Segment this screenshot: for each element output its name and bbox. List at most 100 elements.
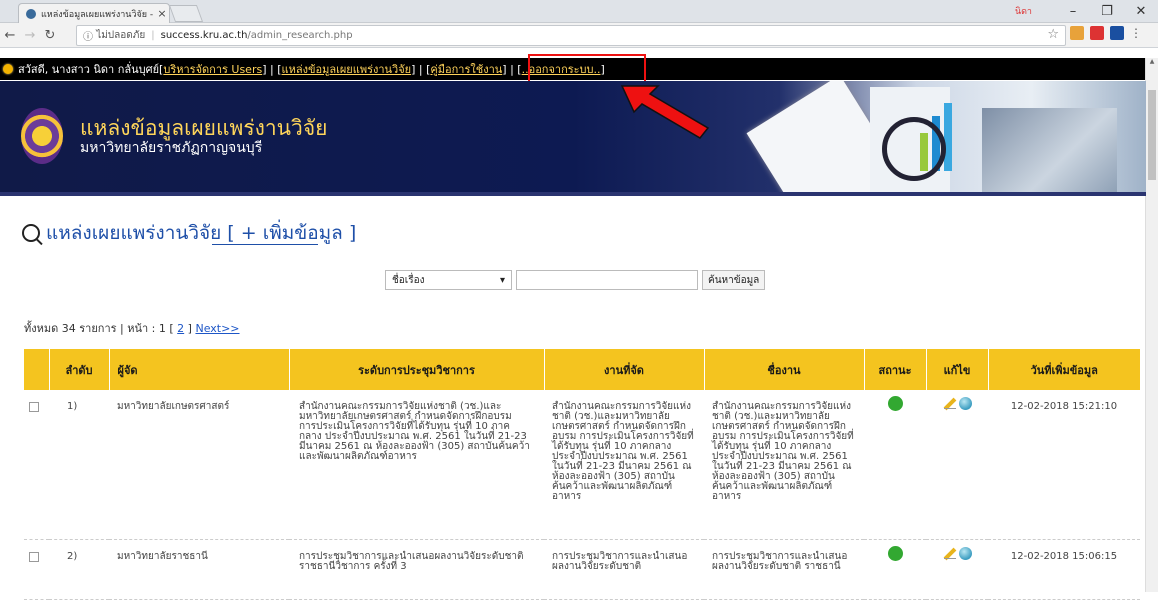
menu-icon[interactable]: ⋮: [1130, 26, 1142, 40]
search-form: ชื่อเรื่อง ▾ ค้นหาข้อมูล: [385, 270, 766, 290]
header-checkbox: [24, 349, 49, 390]
row-name: สำนักงานคณะกรรมการวิจัยแห่งชาติ (วช.)และ…: [704, 390, 864, 540]
maximize-icon[interactable]: ❐: [1090, 4, 1124, 19]
extension-chart-icon[interactable]: [1070, 26, 1084, 40]
url-input[interactable]: ⓘ ไม่ปลอดภัย | success.kru.ac.th/admin_r…: [76, 25, 1066, 46]
row-level: การประชุมวิชาการและนำเสนอผลงานวิจัยระดับ…: [289, 539, 544, 600]
greeting: สวัสดี, นางสาว นิดา กลั่นบุศย์: [18, 63, 160, 76]
extension-red-icon[interactable]: [1090, 26, 1104, 40]
banner-magnifier-image: [882, 117, 946, 181]
next-page-link[interactable]: Next>>: [195, 322, 239, 335]
scroll-up-icon[interactable]: ▲: [1146, 58, 1158, 68]
close-window-icon[interactable]: ✕: [1124, 4, 1158, 19]
page-2-link[interactable]: 2: [177, 322, 184, 335]
tab-title: แหล่งข้อมูลเผยแพร่งานวิจัย -: [41, 9, 154, 20]
extensions: ⋮: [1070, 26, 1142, 40]
row-status-cell: [864, 539, 926, 600]
logout-highlight-box: [528, 54, 646, 83]
status-green-icon: [887, 545, 903, 561]
add-link-underline: [212, 244, 318, 245]
scrollbar-thumb[interactable]: [1148, 90, 1156, 180]
delete-icon[interactable]: [958, 397, 972, 410]
banner-border: [0, 192, 1146, 196]
row-number: 2): [49, 539, 109, 600]
row-checkbox-cell: [24, 390, 49, 540]
pager-total: ทั้งหมด 34 รายการ | หน้า : 1 [: [24, 322, 174, 335]
search-input[interactable]: [516, 270, 698, 290]
row-organizer: มหาวิทยาลัยเกษตรศาสตร์: [109, 390, 289, 540]
chrome-favicon: [26, 8, 36, 19]
banner-laptop-image: [982, 108, 1117, 192]
site-subtitle: มหาวิทยาลัยราชภัฏกาญจนบุรี: [80, 140, 263, 156]
row-edit-cell: [926, 390, 988, 540]
back-icon[interactable]: ←: [0, 28, 20, 43]
header-cell: ผู้จัด: [108, 349, 289, 390]
row-checkbox[interactable]: [29, 551, 39, 562]
row-organizer: มหาวิทยาลัยราชธานี: [109, 539, 289, 600]
university-logo: [21, 108, 63, 164]
extension-blue-icon[interactable]: [1110, 26, 1124, 40]
row-name: การประชุมวิชาการและนำเสนอผลงานวิจัยระดับ…: [704, 539, 864, 600]
search-field-value: ชื่อเรื่อง: [392, 274, 425, 286]
header-cell: ชื่องาน: [703, 349, 864, 390]
url-separator: |: [151, 30, 155, 41]
row-level: สำนักงานคณะกรรมการวิจัยแห่งชาติ (วช.)และ…: [289, 390, 544, 540]
row-date: 12-02-2018 15:06:15: [988, 539, 1140, 600]
site-user-bar: สวัสดี, นางสาว นิดา กลั่นบุศย์ [ บริหารจ…: [0, 54, 1146, 83]
header-cell: วันที่เพิ่มข้อมูล: [987, 349, 1140, 390]
manage-users-link[interactable]: บริหารจัดการ Users: [163, 60, 262, 78]
bracket: ] | [: [262, 62, 282, 76]
search-button[interactable]: ค้นหาข้อมูล: [702, 270, 766, 290]
row-checkbox-cell: [24, 539, 49, 600]
delete-icon[interactable]: [958, 546, 972, 560]
row-edit-cell: [926, 539, 988, 600]
header-cell: แก้ไข: [925, 349, 988, 390]
header-cell: สถานะ: [863, 349, 926, 390]
url-host: success.kru.ac.th: [160, 30, 248, 41]
header-cell: งานที่จัด: [543, 349, 704, 390]
pager: ทั้งหมด 34 รายการ | หน้า : 1 [ 2 ] Next>…: [24, 319, 240, 337]
table-row: 2) มหาวิทยาลัยราชธานี การประชุมวิชาการแล…: [24, 539, 1140, 600]
page-heading: แหล่งเผยแพร่งานวิจัย [ + เพิ่มข้อมูล ]: [22, 218, 356, 248]
row-date: 12-02-2018 15:21:10: [988, 390, 1140, 540]
research-source-link[interactable]: แหล่งข้อมูลเผยแพร่งานวิจัย: [282, 60, 412, 78]
research-table: ลำดับ ผู้จัด ระดับการประชุมวิชาการ งานที…: [24, 349, 1140, 600]
header-cell: ลำดับ: [48, 349, 109, 390]
browser-tab[interactable]: แหล่งข้อมูลเผยแพร่งานวิจัย - ×: [18, 3, 170, 23]
page-scrollbar[interactable]: ▲: [1145, 58, 1158, 592]
address-bar-row: ← → ↻ ⓘ ไม่ปลอดภัย | success.kru.ac.th/a…: [0, 23, 1158, 48]
page-title: แหล่งเผยแพร่งานวิจัย: [46, 222, 222, 244]
edit-pencil-icon[interactable]: [943, 546, 957, 560]
close-tab-icon[interactable]: ×: [155, 7, 169, 20]
forward-icon[interactable]: →: [20, 28, 40, 43]
new-tab-button[interactable]: [168, 5, 204, 22]
url-path: /admin_research.php: [247, 30, 353, 41]
window-controls: นิดา – ❐ ✕: [1015, 0, 1158, 22]
banner-bar-image: [944, 103, 952, 171]
row-number: 1): [49, 390, 109, 540]
site-banner: แหล่งข้อมูลเผยแพร่งานวิจัย มหาวิทยาลัยรา…: [0, 81, 1146, 192]
search-icon: [22, 224, 40, 242]
profile-name[interactable]: นิดา: [1015, 4, 1032, 18]
row-status-cell: [864, 390, 926, 540]
bracket: ] | [: [411, 62, 431, 76]
chevron-down-icon: ▾: [499, 274, 505, 286]
table-row: 1) มหาวิทยาลัยเกษตรศาสตร์ สำนักงานคณะกรร…: [24, 390, 1140, 540]
info-icon[interactable]: ⓘ: [83, 28, 96, 43]
status-green-icon: [887, 396, 903, 411]
user-status-icon: [3, 64, 13, 74]
star-icon[interactable]: ☆: [1047, 27, 1059, 42]
minimize-icon[interactable]: –: [1056, 4, 1090, 19]
search-field-select[interactable]: ชื่อเรื่อง ▾: [385, 270, 512, 290]
header-cell: ระดับการประชุมวิชาการ: [288, 349, 544, 390]
manual-link[interactable]: คู่มือการใช้งาน: [430, 60, 502, 78]
row-event: การประชุมวิชาการและนำเสนอผลงานวิจัยระดับ…: [544, 539, 704, 600]
table-header-row: ลำดับ ผู้จัด ระดับการประชุมวิชาการ งานที…: [24, 349, 1140, 390]
row-checkbox[interactable]: [29, 402, 39, 412]
security-label: ไม่ปลอดภัย: [96, 30, 146, 41]
reload-icon[interactable]: ↻: [40, 28, 60, 43]
bracket: ] | [: [502, 62, 522, 76]
browser-tab-bar: แหล่งข้อมูลเผยแพร่งานวิจัย - × นิดา – ❐ …: [0, 0, 1158, 23]
edit-pencil-icon[interactable]: [943, 396, 957, 410]
row-event: สำนักงานคณะกรรมการวิจัยแห่งชาติ (วช.)และ…: [544, 390, 704, 540]
